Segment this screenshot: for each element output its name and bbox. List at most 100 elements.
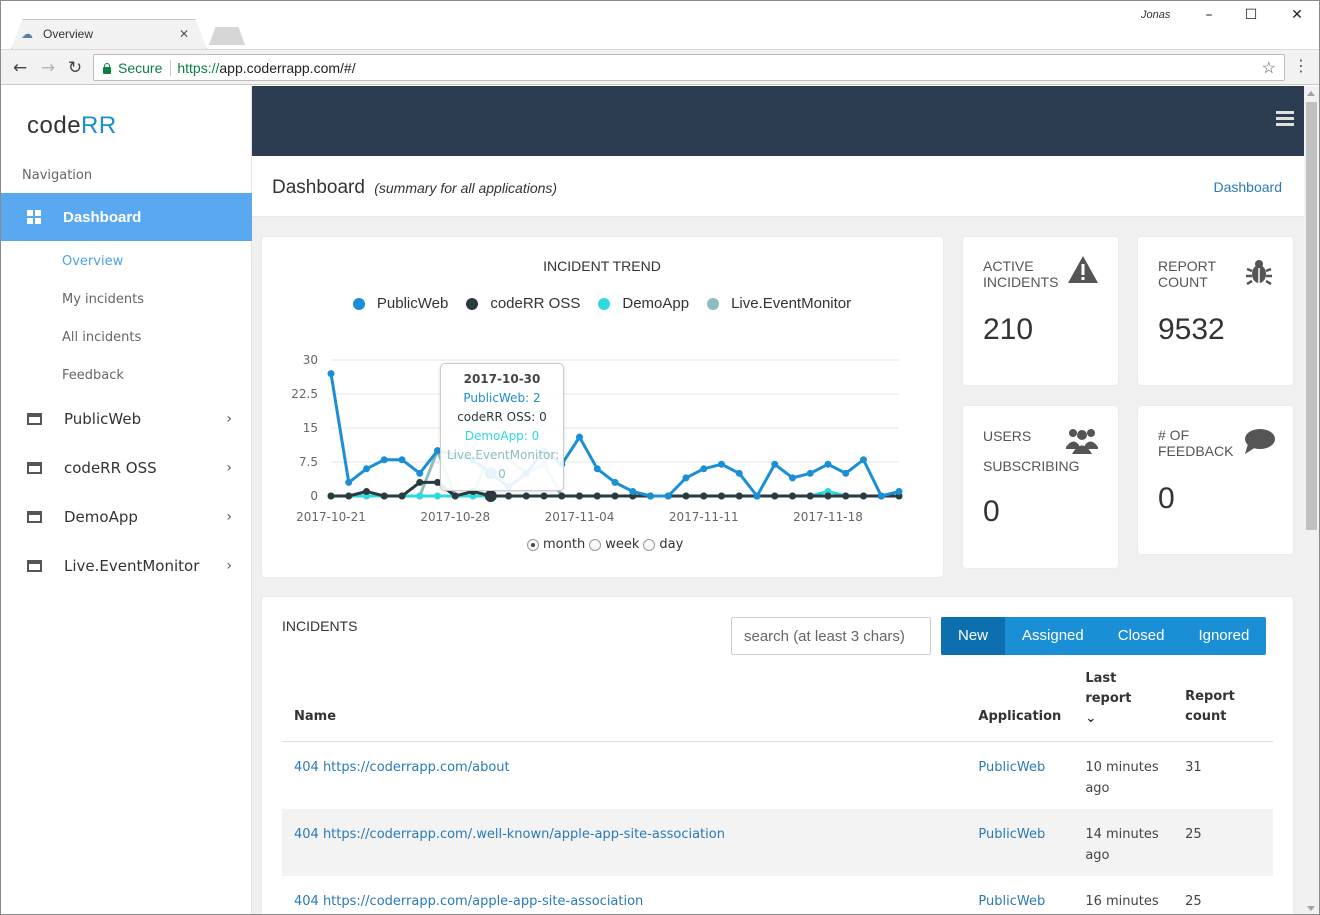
scrollbar-thumb[interactable] [1306, 102, 1317, 530]
sidebar-item-publicweb[interactable]: PublicWeb › [1, 399, 252, 439]
y-tick-label: 7.5 [299, 455, 318, 469]
data-point [842, 492, 850, 500]
application-link[interactable]: PublicWeb [978, 760, 1045, 775]
new-tab-button[interactable] [209, 27, 245, 45]
range-label: month [543, 537, 586, 552]
data-point [540, 492, 548, 500]
incident-name-cell: 404 https://coderrapp.com/about [282, 742, 966, 809]
data-point [451, 492, 459, 500]
data-point [700, 465, 708, 473]
filter-ignored-button[interactable]: Ignored [1181, 617, 1266, 655]
series-line [331, 449, 899, 498]
incident-link[interactable]: 404 https://coderrapp.com/.well-known/ap… [294, 827, 725, 842]
application-link[interactable]: PublicWeb [978, 827, 1045, 842]
close-tab-icon[interactable]: ✕ [179, 27, 189, 41]
data-point [682, 474, 690, 482]
x-tick-label: 2017-11-04 [545, 510, 615, 524]
column-header-application[interactable]: Application [966, 669, 1074, 742]
url-input[interactable]: Secure https:// app.coderrapp.com/#/ ☆ [93, 54, 1285, 81]
data-point [505, 492, 512, 500]
x-tick-label: 2017-10-21 [296, 510, 366, 524]
brand-logo[interactable]: codeRR [27, 112, 117, 140]
column-header-name[interactable]: Name [282, 669, 967, 742]
sidebar-item-coderr-oss[interactable]: codeRR OSS › [1, 448, 252, 488]
warning-icon [1068, 256, 1098, 283]
tooltip-line: codeRR OSS: 0 [457, 410, 547, 424]
sidebar-item-dashboard[interactable]: Dashboard [1, 193, 252, 241]
range-radio-day[interactable] [643, 538, 656, 551]
chevron-right-icon: › [226, 411, 232, 427]
sidebar-subitem-feedback[interactable]: Feedback [62, 368, 124, 383]
incident-search-input[interactable] [731, 617, 931, 655]
table-row[interactable]: 404 https://coderrapp.com/about PublicWe… [282, 742, 1273, 809]
sidebar-item-label: Live.EventMonitor [64, 557, 200, 575]
back-arrow-icon[interactable]: ← [9, 57, 31, 79]
data-point [434, 492, 441, 500]
forward-arrow-icon[interactable]: → [37, 57, 59, 79]
data-point [806, 469, 814, 477]
page-scrollbar[interactable] [1304, 86, 1319, 914]
minimize-icon[interactable]: – [1197, 5, 1221, 25]
maximize-icon[interactable]: ☐ [1239, 5, 1263, 25]
x-tick-label: 2017-10-28 [420, 510, 490, 524]
sidebar-item-label: DemoApp [64, 508, 138, 526]
data-point [629, 487, 637, 495]
sidebar-item-demoapp[interactable]: DemoApp › [1, 497, 252, 537]
sidebar-subitem-overview[interactable]: Overview [62, 254, 123, 269]
data-point [700, 492, 708, 500]
sidebar-item-live-eventmonitor[interactable]: Live.EventMonitor › [1, 546, 252, 586]
table-row[interactable]: 404 https://coderrapp.com/.well-known/ap… [282, 808, 1273, 876]
reload-icon[interactable]: ↻ [64, 57, 86, 79]
hamburger-menu-icon[interactable] [1276, 111, 1294, 127]
data-point [718, 492, 725, 500]
page-title-text: Dashboard [272, 177, 365, 198]
data-point [806, 492, 814, 500]
data-point [860, 456, 867, 464]
application-link[interactable]: PublicWeb [978, 894, 1045, 909]
scroll-down-arrow-icon[interactable] [1307, 906, 1315, 911]
sort-chevron-down-icon: ⌄ [1085, 711, 1097, 726]
incidents-card: INCIDENTS New Assigned Closed Ignored Na… [262, 597, 1293, 915]
incident-trend-card: INCIDENT TREND PublicWeb codeRR OSS Demo… [262, 237, 943, 577]
close-window-icon[interactable]: ✕ [1285, 5, 1309, 25]
table-row[interactable]: 404 https://coderrapp.com/apple-app-site… [282, 876, 1273, 915]
data-point [398, 456, 406, 464]
filter-closed-button[interactable]: Closed [1101, 617, 1182, 655]
stat-value: 0 [1158, 482, 1175, 515]
top-navbar [252, 86, 1304, 156]
data-point [789, 474, 796, 482]
profile-name[interactable]: Jonas [1141, 9, 1170, 21]
stat-card-feedback: # of feedback 0 [1138, 406, 1293, 554]
data-point [345, 478, 353, 486]
browser-tab[interactable]: ☁ Overview ✕ [21, 19, 197, 49]
data-point [824, 460, 832, 468]
data-point [558, 492, 566, 500]
data-point [824, 492, 832, 500]
filter-assigned-button[interactable]: Assigned [1005, 617, 1101, 655]
range-radio-week[interactable] [589, 538, 602, 551]
sidebar-subitem-all-incidents[interactable]: All incidents [62, 330, 141, 345]
column-header-report-count[interactable]: Report count [1173, 669, 1273, 742]
filter-new-button[interactable]: New [941, 617, 1006, 655]
range-radio-month[interactable] [527, 538, 539, 551]
application-cell: PublicWeb [966, 808, 1074, 876]
browser-menu-icon[interactable]: ⋮ [1293, 56, 1309, 75]
incident-link[interactable]: 404 https://coderrapp.com/apple-app-site… [294, 894, 643, 909]
data-point [576, 433, 583, 441]
table-header-row: Name Application Last report ⌄ Report cou… [282, 669, 1273, 742]
nav-heading: Navigation [22, 168, 93, 183]
bookmark-star-icon[interactable]: ☆ [1262, 58, 1276, 78]
data-point [416, 492, 424, 500]
series-line [329, 373, 900, 498]
scroll-up-arrow-icon[interactable] [1307, 91, 1315, 96]
page-subtitle: (summary for all applications) [374, 180, 558, 196]
data-point [735, 492, 743, 500]
last-report-cell: 14 minutes ago [1073, 808, 1174, 876]
data-point [860, 492, 867, 500]
sidebar-subitem-my-incidents[interactable]: My incidents [62, 292, 144, 307]
title-bar: ☁ Overview ✕ Jonas – ☐ ✕ [1, 1, 1319, 49]
column-header-last-report[interactable]: Last report ⌄ [1073, 669, 1174, 742]
y-tick-label: 0 [310, 489, 318, 503]
breadcrumb[interactable]: Dashboard [1214, 179, 1283, 195]
incident-link[interactable]: 404 https://coderrapp.com/about [294, 760, 510, 775]
